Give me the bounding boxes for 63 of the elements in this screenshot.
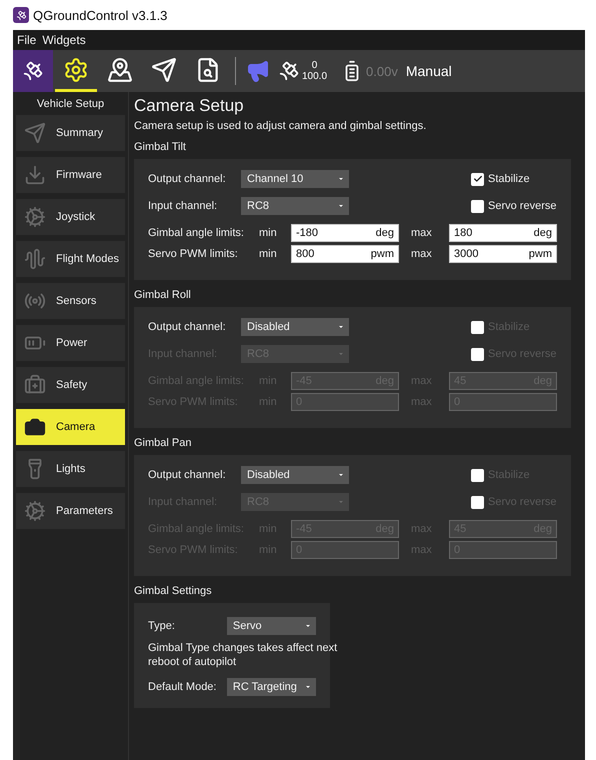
field-label: Output channel: xyxy=(148,469,227,481)
gimbal-type-dropdown[interactable]: Servo xyxy=(226,617,316,635)
checkbox[interactable] xyxy=(471,200,484,212)
field-label: Gimbal angle limits: xyxy=(148,227,245,239)
download-icon xyxy=(24,164,46,186)
page-description: Camera setup is used to adjust camera and gimbal settings. xyxy=(134,120,428,132)
sidebar-item[interactable]: Parameters xyxy=(16,493,125,529)
flight-mode[interactable]: Manual xyxy=(406,63,452,79)
paper-plane-icon xyxy=(24,122,46,144)
satellite-icon[interactable] xyxy=(278,60,300,82)
page-title: Camera Setup xyxy=(134,96,245,116)
section-heading: Gimbal Pan xyxy=(134,437,192,449)
sidebar-item[interactable]: Lights xyxy=(16,451,125,487)
sidebar-item[interactable]: Flight Modes xyxy=(16,241,125,277)
field-label: Default Mode: xyxy=(148,681,218,693)
default-mode-dropdown[interactable]: RC Targeting xyxy=(226,678,316,696)
sidebar-item[interactable]: Summary xyxy=(16,115,125,151)
field-label: Type: xyxy=(148,620,176,632)
app-logo-icon[interactable] xyxy=(13,50,53,92)
app-logo-icon xyxy=(13,7,29,23)
map-route-icon xyxy=(107,56,133,82)
output-channel-dropdown[interactable]: Channel 10 xyxy=(241,170,349,188)
field-label: Servo PWM limits: xyxy=(148,248,239,260)
menu-item[interactable]: Widgets xyxy=(42,33,86,47)
gears-icon xyxy=(24,206,46,228)
stabilize-label: Stabilize xyxy=(488,173,530,185)
menu-item[interactable]: File xyxy=(17,33,36,47)
field-label: Output channel: xyxy=(148,321,227,333)
sidebar-item[interactable]: Power xyxy=(16,325,125,361)
sidebar-item[interactable]: Sensors xyxy=(16,283,125,319)
hdop-value: 100.0 xyxy=(302,71,328,82)
sidebar-item[interactable]: Safety xyxy=(16,367,125,403)
megaphone-icon[interactable] xyxy=(246,59,270,83)
field-label: Output channel: xyxy=(148,173,227,185)
section-heading: Gimbal Tilt xyxy=(134,141,187,153)
gears-icon xyxy=(24,500,46,522)
section-heading: Gimbal Roll xyxy=(134,289,192,301)
section-heading: Gimbal Settings xyxy=(134,585,213,597)
satellite-count: 0 xyxy=(312,60,318,71)
max-label: max xyxy=(410,248,433,260)
input-field[interactable]: 180 deg xyxy=(449,224,557,242)
min-label: min xyxy=(259,248,278,260)
medical-kit-icon xyxy=(24,374,46,396)
camera-icon xyxy=(24,416,46,438)
max-label: max xyxy=(410,227,433,239)
input-channel-dropdown[interactable]: RC8 xyxy=(241,197,349,215)
paper-plane-icon xyxy=(151,56,177,82)
input-field[interactable]: 3000 pwm xyxy=(449,245,557,263)
min-label: min xyxy=(259,227,278,239)
input-field[interactable]: 800 pwm xyxy=(291,245,399,263)
battery-voltage: 0.00v xyxy=(366,64,398,78)
servo-reverse-label: Servo reverse xyxy=(488,200,556,212)
sidebar-item[interactable]: Joystick xyxy=(16,199,125,235)
input-field[interactable]: -180 deg xyxy=(291,224,399,242)
field-label: Input channel: xyxy=(148,200,218,212)
sidebar-title: Vehicle Setup xyxy=(36,98,106,110)
gears-icon xyxy=(63,56,89,82)
sidebar-item[interactable]: Firmware xyxy=(16,157,125,193)
window-title: QGroundControl v3.1.3 xyxy=(33,8,168,22)
note-text: Gimbal Type changes takes affect next reboot of autopilot xyxy=(148,641,338,669)
waveform-icon xyxy=(24,248,46,270)
sidebar-item[interactable]: Camera xyxy=(16,409,125,445)
checkbox[interactable] xyxy=(471,172,484,186)
